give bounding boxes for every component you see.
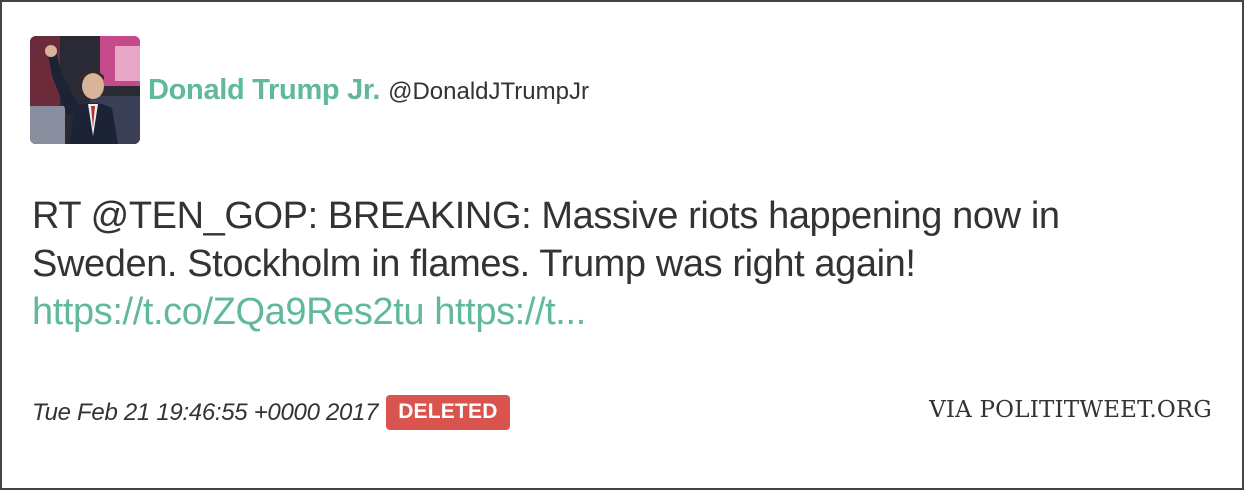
tweet-header: Donald Trump Jr. @DonaldJTrumpJr	[30, 36, 589, 144]
tweet-body: RT @TEN_GOP: BREAKING: Massive riots hap…	[32, 195, 1060, 285]
timestamp: Tue Feb 21 19:46:55 +0000 2017	[32, 398, 379, 426]
display-name[interactable]: Donald Trump Jr.	[148, 74, 380, 107]
tweet-link-truncated[interactable]: https://t...	[434, 291, 586, 333]
tweet-text: RT @TEN_GOP: BREAKING: Massive riots hap…	[32, 192, 1212, 336]
source-attribution[interactable]: VIA POLITITWEET.ORG	[929, 397, 1212, 423]
user-names: Donald Trump Jr. @DonaldJTrumpJr	[148, 74, 589, 107]
user-handle[interactable]: @DonaldJTrumpJr	[388, 78, 589, 106]
tweet-link[interactable]: https://t.co/ZQa9Res2tu	[32, 291, 425, 333]
tweet-meta: Tue Feb 21 19:46:55 +0000 2017 DELETED	[32, 395, 510, 430]
profile-photo-icon	[30, 36, 140, 144]
status-badge: DELETED	[386, 395, 510, 430]
avatar[interactable]	[30, 36, 140, 144]
tweet-card: Donald Trump Jr. @DonaldJTrumpJr RT @TEN…	[0, 0, 1244, 490]
